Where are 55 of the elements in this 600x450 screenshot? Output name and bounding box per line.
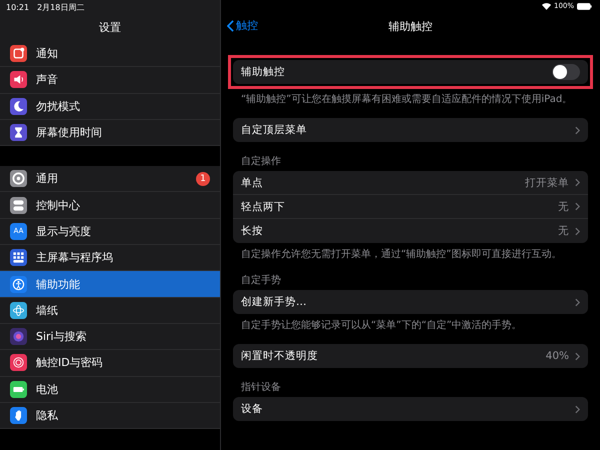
section-footer: 自定手势让您能够记录可以从“菜单”下的“自定”中激活的手势。 xyxy=(233,314,588,332)
settings-row[interactable]: 辅助触控 xyxy=(233,60,588,84)
settings-row[interactable]: 自定顶层菜单 xyxy=(233,118,588,142)
notification-badge: 1 xyxy=(196,172,210,186)
section-footer: “辅助触控”可让您在触摸屏幕有困难或需要自适应配件的情况下使用iPad。 xyxy=(233,84,588,106)
row-label: 辅助触控 xyxy=(241,65,286,79)
sidebar-item[interactable]: 通用 1 xyxy=(0,166,220,192)
sidebar-item[interactable]: 触控ID与密码 xyxy=(0,350,220,377)
row-value: 40% xyxy=(546,350,569,362)
row-value: 无 xyxy=(558,200,569,214)
wifi-icon xyxy=(542,2,551,10)
settings-row[interactable]: 创建新手势… xyxy=(233,290,588,314)
sidebar-item[interactable]: 勿扰模式 xyxy=(0,94,220,120)
settings-row[interactable]: 轻点两下 无 xyxy=(233,195,588,219)
chevron-icon xyxy=(575,298,580,306)
settings-row[interactable]: 设备 xyxy=(233,397,588,421)
sidebar-item[interactable]: 辅助功能 xyxy=(0,271,220,298)
sidebar-item[interactable]: 屏幕使用时间 xyxy=(0,120,220,146)
chevron-icon xyxy=(575,178,580,187)
row-value: 无 xyxy=(558,224,569,238)
row-value: 打开菜单 xyxy=(525,176,569,190)
sidebar-title: 设置 xyxy=(0,14,220,41)
chevron-icon xyxy=(575,226,580,236)
battery-icon xyxy=(577,2,592,10)
page-title: 辅助触控 xyxy=(388,18,432,34)
sidebar-item[interactable]: 电池 xyxy=(0,376,220,403)
section-footer: 自定操作允许您无需打开菜单，通过“辅助触控”图标即可直接进行互动。 xyxy=(233,243,588,261)
row-label: 闲置时不透明度 xyxy=(241,349,319,363)
chevron-icon xyxy=(575,404,580,414)
sidebar-item[interactable]: Siri与搜索 xyxy=(0,324,220,350)
sidebar-item[interactable]: 隐私 xyxy=(0,402,220,430)
section-header: 自定操作 xyxy=(240,154,282,169)
row-label: 设备 xyxy=(241,402,264,416)
row-label: 轻点两下 xyxy=(241,200,286,214)
settings-row[interactable]: 长按 无 xyxy=(233,219,588,243)
sidebar-item[interactable]: 控制中心 xyxy=(0,192,220,219)
status-date: 2月18日周二 xyxy=(37,2,84,12)
chevron-icon xyxy=(575,352,580,360)
row-label: 自定顶层菜单 xyxy=(241,123,308,137)
sidebar-item[interactable]: 声音 xyxy=(0,67,220,94)
settings-row[interactable]: 闲置时不透明度 40% xyxy=(233,344,588,368)
row-label: 创建新手势… xyxy=(241,295,308,309)
row-label: 长按 xyxy=(241,224,264,238)
status-time: 10:21 xyxy=(6,2,30,12)
toggle-switch[interactable] xyxy=(552,64,580,80)
chevron-icon xyxy=(575,126,580,134)
section-header: 指针设备 xyxy=(240,380,282,395)
back-button[interactable]: 触控 xyxy=(227,18,258,33)
back-chevron-icon xyxy=(227,20,234,32)
chevron-icon xyxy=(575,202,580,211)
sidebar-item[interactable]: 墙纸 xyxy=(0,298,220,324)
sidebar-item[interactable]: 通知 xyxy=(0,41,220,68)
row-label: 单点 xyxy=(241,176,264,190)
section-header: 自定手势 xyxy=(240,274,282,288)
settings-row[interactable]: 单点 打开菜单 xyxy=(233,171,588,195)
